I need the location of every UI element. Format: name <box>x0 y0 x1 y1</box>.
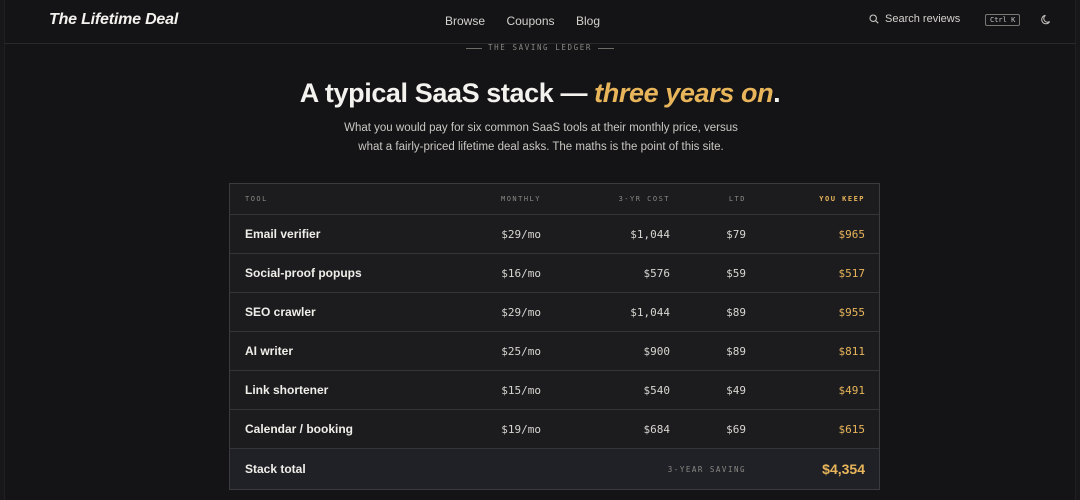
you-keep-amount: $615 <box>838 422 866 436</box>
tool-name: Calendar / booking <box>245 422 354 436</box>
monthly-price: $19/mo <box>501 422 541 436</box>
three-year-cost: $1,044 <box>630 305 670 319</box>
monthly-price: $25/mo <box>501 344 541 358</box>
table-row: Link shortener $15/mo $540 $49 $491 <box>230 370 879 409</box>
column-header-you-keep: YOU KEEP <box>819 195 865 203</box>
column-header-monthly: MONTHLY <box>500 195 541 203</box>
search-label: Search reviews <box>885 13 961 25</box>
you-keep-amount: $811 <box>838 344 866 358</box>
saving-label: 3-YEAR SAVING <box>667 464 746 474</box>
ltd-price: $89 <box>726 344 746 358</box>
search-shortcut-badge: Ctrl K <box>985 14 1021 26</box>
headline-accent: three years on <box>594 78 774 108</box>
tool-name: Email verifier <box>245 227 321 241</box>
tool-name: Link shortener <box>245 383 329 397</box>
ltd-price: $59 <box>726 266 746 280</box>
page-subtitle: What you would pay for six common SaaS t… <box>344 122 738 153</box>
main-nav: Browse Coupons Blog <box>445 12 617 30</box>
tool-name: Social-proof popups <box>245 266 362 280</box>
monthly-price: $16/mo <box>501 266 541 280</box>
column-header-ltd: LTD <box>728 195 746 203</box>
total-saving-value: $4,354 <box>822 461 865 477</box>
three-year-cost: $540 <box>643 383 671 397</box>
search-icon <box>869 14 879 24</box>
three-year-cost: $1,044 <box>630 227 670 241</box>
monthly-price: $29/mo <box>501 227 541 241</box>
eyebrow-rule-left <box>466 47 483 49</box>
moon-icon <box>1041 14 1051 25</box>
monthly-price: $29/mo <box>501 305 541 319</box>
monthly-price: $15/mo <box>501 383 541 397</box>
table-row: Social-proof popups $16/mo $576 $59 $517 <box>230 253 879 292</box>
three-year-cost: $576 <box>643 266 671 280</box>
you-keep-amount: $517 <box>838 266 866 280</box>
nav-link-blog[interactable]: Blog <box>576 14 600 28</box>
ltd-price: $69 <box>726 422 746 436</box>
you-keep-amount: $491 <box>838 383 866 397</box>
headline-main: A typical SaaS stack — <box>299 78 595 108</box>
savings-table: TOOL MONTHLY 3-YR COST LTD YOU KEEP Emai… <box>229 183 880 490</box>
you-keep-amount: $965 <box>838 227 866 241</box>
table-row: SEO crawler $29/mo $1,044 $89 $955 <box>230 292 879 331</box>
nav-link-browse[interactable]: Browse <box>445 14 485 28</box>
tool-name: AI writer <box>245 344 294 358</box>
column-header-3yr-cost: 3-YR COST <box>618 195 670 203</box>
page: The Lifetime Deal Browse Coupons Blog Se… <box>4 0 1076 500</box>
tool-name: SEO crawler <box>245 305 316 319</box>
table-total-row: Stack total 3-YEAR SAVING $4,354 <box>230 448 879 489</box>
total-label: Stack total <box>245 462 306 476</box>
table-row: Email verifier $29/mo $1,044 $79 $965 <box>230 214 879 253</box>
site-logo[interactable]: The Lifetime Deal <box>49 11 178 29</box>
table-header-row: TOOL MONTHLY 3-YR COST LTD YOU KEEP <box>230 184 879 214</box>
page-title: A typical SaaS stack — three years on. <box>5 78 1075 109</box>
eyebrow-text: THE SAVING LEDGER <box>488 43 592 52</box>
section-eyebrow: THE SAVING LEDGER <box>5 43 1075 52</box>
table-row: AI writer $25/mo $900 $89 $811 <box>230 331 879 370</box>
site-header: The Lifetime Deal Browse Coupons Blog Se… <box>5 0 1075 44</box>
ltd-price: $49 <box>726 383 746 397</box>
three-year-cost: $684 <box>643 422 671 436</box>
eyebrow-rule-right <box>597 47 614 49</box>
ltd-price: $79 <box>726 227 746 241</box>
column-header-tool: TOOL <box>245 195 268 203</box>
search-button[interactable]: Search reviews <box>869 13 960 25</box>
headline-end: . <box>773 78 781 108</box>
theme-toggle-button[interactable] <box>1041 13 1053 31</box>
you-keep-amount: $955 <box>838 305 866 319</box>
three-year-cost: $900 <box>643 344 671 358</box>
table-row: Calendar / booking $19/mo $684 $69 $615 <box>230 409 879 448</box>
ltd-price: $89 <box>726 305 746 319</box>
nav-link-coupons[interactable]: Coupons <box>506 14 554 28</box>
